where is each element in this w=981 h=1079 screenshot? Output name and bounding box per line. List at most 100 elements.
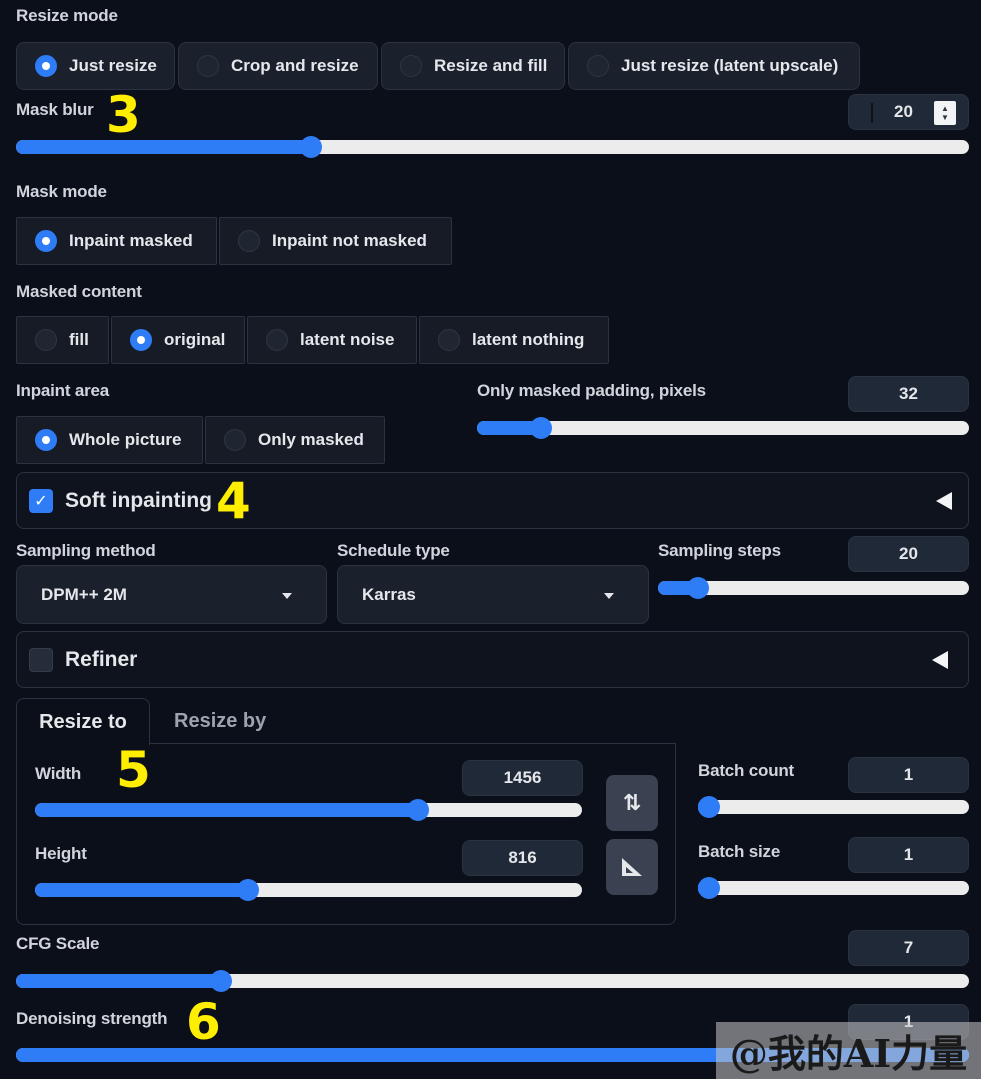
slider-thumb[interactable]	[209, 970, 232, 992]
option-label: Only masked	[258, 430, 364, 449]
aspect-ratio-button[interactable]	[606, 839, 658, 895]
radio-button-icon[interactable]	[130, 329, 152, 351]
option-label: Just resize	[69, 56, 157, 75]
radio-button-icon[interactable]	[35, 329, 57, 351]
mask-mode-label: Mask mode	[16, 182, 107, 201]
resize-mode-option[interactable]: Just resize (latent upscale)	[568, 42, 860, 90]
radio-button-icon[interactable]	[400, 55, 422, 77]
sampling-method-dropdown[interactable]: DPM++ 2M	[16, 565, 327, 624]
resize-mode-option[interactable]: Just resize	[16, 42, 175, 90]
batch-count-slider[interactable]	[698, 796, 969, 818]
cfg-scale-input[interactable]: 7	[848, 930, 969, 966]
soft-inpainting-accordion[interactable]: ✓ Soft inpainting	[16, 472, 969, 529]
tab-divider	[150, 743, 676, 744]
sampling-steps-slider[interactable]	[658, 577, 969, 599]
height-input[interactable]: 816	[462, 840, 583, 876]
masked-content-label: Masked content	[16, 282, 142, 301]
mask-mode-option[interactable]: Inpaint not masked	[219, 217, 452, 265]
radio-button-icon[interactable]	[587, 55, 609, 77]
swap-dimensions-button[interactable]: ⇅	[606, 775, 658, 831]
tab-resize-by[interactable]: Resize by	[174, 710, 266, 733]
batch-count-input[interactable]: 1	[848, 757, 969, 793]
mask-mode-group: Inpaint masked Inpaint not masked	[16, 217, 452, 265]
radio-button-icon[interactable]	[238, 230, 260, 252]
slider-fill	[35, 883, 249, 897]
resize-mode-option[interactable]: Crop and resize	[178, 42, 378, 90]
height-slider[interactable]	[35, 879, 582, 901]
schedule-type-dropdown[interactable]: Karras	[337, 565, 649, 624]
mask-blur-number-input[interactable]: 20 ▲ ▼	[848, 94, 969, 130]
resize-mode-label: Resize mode	[16, 6, 118, 25]
radio-button-icon[interactable]	[35, 55, 57, 77]
resize-mode-group: Just resize Crop and resize Resize and fil…	[16, 42, 860, 90]
sampling-steps-input[interactable]: 20	[848, 536, 969, 572]
width-input[interactable]: 1456	[462, 760, 583, 796]
option-label: Crop and resize	[231, 56, 359, 75]
masked-content-option[interactable]: original	[111, 316, 245, 364]
slider-thumb[interactable]	[300, 136, 323, 158]
width-slider[interactable]	[35, 799, 582, 821]
watermark: @我的AI力量	[716, 1022, 981, 1079]
refiner-checkbox[interactable]	[29, 647, 53, 672]
option-label: fill	[69, 330, 89, 349]
triangle-ruler-icon	[622, 858, 642, 876]
slider-track[interactable]	[698, 800, 969, 814]
slider-thumb[interactable]	[698, 877, 720, 899]
radio-button-icon[interactable]	[224, 429, 246, 451]
denoising-strength-label: Denoising strength	[16, 1009, 168, 1028]
masked-content-group: fill original latent noise latent nothing	[16, 316, 609, 364]
refiner-accordion[interactable]: Refiner	[16, 631, 969, 688]
slider-track[interactable]	[698, 881, 969, 895]
option-label: latent nothing	[472, 330, 585, 349]
option-label: original	[164, 330, 226, 349]
batch-count-label: Batch count	[698, 761, 795, 780]
radio-button-icon[interactable]	[266, 329, 288, 351]
refiner-title: Refiner	[65, 647, 138, 671]
inpaint-area-option[interactable]: Only masked	[205, 416, 385, 464]
only-masked-padding-slider[interactable]	[477, 417, 969, 439]
annotation-6: 6	[186, 993, 221, 1051]
spinner-icon[interactable]: ▲ ▼	[934, 101, 956, 125]
radio-button-icon[interactable]	[35, 230, 57, 252]
only-masked-padding-input[interactable]: 32	[848, 376, 969, 412]
cfg-scale-slider[interactable]	[16, 970, 969, 992]
radio-button-icon[interactable]	[438, 329, 460, 351]
radio-button-icon[interactable]	[197, 55, 219, 77]
soft-inpainting-checkbox[interactable]: ✓	[29, 488, 53, 513]
slider-thumb[interactable]	[529, 417, 552, 439]
mask-blur-slider[interactable]	[16, 136, 969, 158]
schedule-type-value: Karras	[362, 584, 416, 604]
sampling-steps-label: Sampling steps	[658, 541, 781, 560]
masked-content-option[interactable]: latent nothing	[419, 316, 609, 364]
mask-mode-option[interactable]: Inpaint masked	[16, 217, 217, 265]
slider-thumb[interactable]	[687, 577, 710, 599]
masked-content-option[interactable]: latent noise	[247, 316, 417, 364]
inpaint-area-option[interactable]: Whole picture	[16, 416, 203, 464]
resize-mode-option[interactable]: Resize and fill	[381, 42, 565, 90]
annotation-4: 4	[216, 472, 251, 530]
option-label: Inpaint not masked	[272, 231, 427, 250]
radio-button-icon[interactable]	[35, 429, 57, 451]
collapse-arrow-icon[interactable]	[932, 650, 948, 669]
collapse-arrow-icon[interactable]	[936, 491, 952, 510]
slider-thumb[interactable]	[406, 799, 429, 821]
option-label: latent noise	[300, 330, 395, 349]
chevron-down-icon	[604, 593, 614, 599]
option-label: Just resize (latent upscale)	[621, 56, 839, 75]
annotation-3: 3	[106, 86, 141, 144]
chevron-down-icon	[282, 593, 292, 599]
batch-size-slider[interactable]	[698, 877, 969, 899]
mask-blur-label: Mask blur	[16, 100, 94, 119]
height-label: Height	[35, 844, 87, 863]
inpaint-area-group: Whole picture Only masked	[16, 416, 385, 464]
sampling-method-value: DPM++ 2M	[41, 584, 127, 604]
tab-resize-to[interactable]: Resize to	[16, 698, 150, 745]
annotation-5: 5	[116, 741, 151, 799]
slider-fill	[16, 140, 312, 154]
swap-arrows-icon: ⇅	[622, 790, 642, 815]
option-label: Resize and fill	[434, 56, 548, 75]
slider-thumb[interactable]	[698, 796, 720, 818]
width-label: Width	[35, 764, 82, 783]
batch-size-input[interactable]: 1	[848, 837, 969, 873]
masked-content-option[interactable]: fill	[16, 316, 109, 364]
